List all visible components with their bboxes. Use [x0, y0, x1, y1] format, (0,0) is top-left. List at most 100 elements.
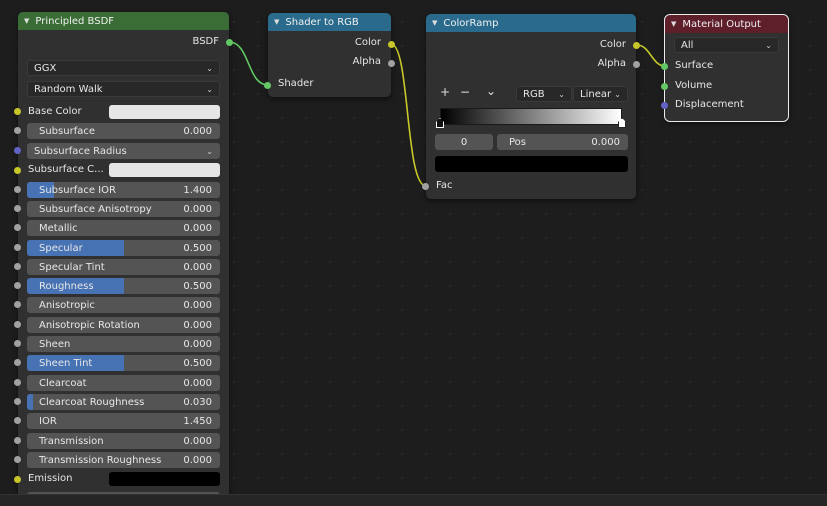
base-color-label: Base Color — [28, 106, 82, 117]
input-socket[interactable] — [14, 263, 21, 270]
alpha-output-label: Alpha — [352, 56, 381, 67]
value-slider-specular[interactable]: Specular 0.500 — [27, 240, 220, 256]
alpha-output-socket[interactable] — [633, 61, 640, 68]
stop-position-field[interactable]: Pos 0.000 — [497, 134, 628, 150]
alpha-output-socket[interactable] — [388, 60, 395, 67]
field-value: 0.000 — [183, 377, 212, 389]
input-socket[interactable] — [14, 340, 21, 347]
field-label: IOR — [39, 415, 57, 427]
collapse-chevron-icon[interactable]: ▼ — [24, 17, 29, 25]
interpolation-select[interactable]: Linear ⌄ — [573, 86, 628, 102]
colorramp-header[interactable]: ▼ ColorRamp — [426, 14, 636, 32]
value-slider-metallic[interactable]: Metallic 0.000 — [27, 220, 220, 236]
distribution-select[interactable]: GGX ⌄ — [27, 60, 220, 76]
base-color-socket[interactable] — [14, 108, 21, 115]
value-slider-subsurface-anisotropy[interactable]: Subsurface Anisotropy 0.000 — [27, 201, 220, 217]
field-label: Sheen Tint — [39, 357, 93, 369]
volume-input-socket[interactable] — [661, 83, 668, 90]
input-socket[interactable] — [14, 282, 21, 289]
principled-bsdf-header[interactable]: ▼ Principled BSDF — [18, 12, 229, 30]
shader-to-rgb-node[interactable]: ▼ Shader to RGB Color Alpha Shader — [264, 13, 395, 97]
field-value: 0.000 — [183, 454, 212, 466]
shader-input-socket[interactable] — [264, 82, 271, 89]
stop-color-swatch[interactable] — [435, 156, 628, 172]
collapse-chevron-icon[interactable]: ▼ — [274, 18, 279, 26]
material-output-header[interactable]: ▼ Material Output — [665, 15, 788, 33]
editor-bottom-bar — [0, 494, 827, 506]
field-value: 1.450 — [183, 415, 212, 427]
add-stop-button[interactable]: + — [440, 85, 450, 99]
displacement-input-socket[interactable] — [661, 102, 668, 109]
fac-input-socket[interactable] — [422, 183, 429, 190]
field-value: 0.000 — [183, 338, 212, 350]
field-label: Subsurface IOR — [39, 184, 116, 196]
shader-input-label: Shader — [278, 78, 314, 89]
input-socket[interactable] — [14, 205, 21, 212]
field-value: 0.000 — [183, 222, 212, 234]
subsurface-radius-select[interactable]: Subsurface Radius ⌄ — [27, 143, 220, 159]
colorramp-node[interactable]: ▼ ColorRamp Color Alpha + − ⌄ RGB ⌄ Linea… — [422, 14, 640, 199]
field-label: Specular Tint — [39, 261, 105, 273]
link-ramp-color-to-surface — [636, 44, 666, 67]
input-socket[interactable] — [14, 398, 21, 405]
input-socket[interactable] — [14, 456, 21, 463]
subsurface-color-swatch[interactable] — [109, 163, 220, 177]
field-value: 0.000 — [183, 125, 212, 137]
field-value: 0.500 — [183, 357, 212, 369]
input-socket[interactable] — [14, 186, 21, 193]
emission-swatch[interactable] — [109, 472, 220, 486]
input-socket[interactable] — [14, 301, 21, 308]
value-slider-anisotropic[interactable]: Anisotropic 0.000 — [27, 297, 220, 313]
input-socket[interactable] — [14, 244, 21, 251]
color-mode-select[interactable]: RGB ⌄ — [516, 86, 572, 102]
target-select[interactable]: All ⌄ — [674, 37, 779, 53]
input-socket[interactable] — [14, 379, 21, 386]
color-output-socket[interactable] — [388, 41, 395, 48]
volume-input-label: Volume — [675, 80, 713, 91]
value-slider-anisotropic-rotation[interactable]: Anisotropic Rotation 0.000 — [27, 317, 220, 333]
shader-to-rgb-header[interactable]: ▼ Shader to RGB — [268, 13, 391, 31]
value-slider-sheen-tint[interactable]: Sheen Tint 0.500 — [27, 355, 220, 371]
surface-input-socket[interactable] — [661, 63, 668, 70]
link-color-to-fac — [390, 43, 427, 187]
value-slider-specular-tint[interactable]: Specular Tint 0.000 — [27, 259, 220, 275]
color-output-socket[interactable] — [633, 42, 640, 49]
collapse-chevron-icon[interactable]: ▼ — [671, 20, 676, 28]
input-socket[interactable] — [14, 437, 21, 444]
chevron-down-icon: ⌄ — [206, 63, 213, 73]
value-slider-clearcoat[interactable]: Clearcoat 0.000 — [27, 375, 220, 391]
remove-stop-button[interactable]: − — [460, 85, 470, 99]
emission-socket[interactable] — [14, 476, 21, 483]
value-slider-roughness[interactable]: Roughness 0.500 — [27, 278, 220, 294]
base-color-swatch[interactable] — [109, 105, 220, 119]
subsurface-color-socket[interactable] — [14, 167, 21, 174]
field-label: Metallic — [39, 222, 78, 234]
value-slider-sheen[interactable]: Sheen 0.000 — [27, 336, 220, 352]
value-slider-ior[interactable]: IOR 1.450 — [27, 413, 220, 429]
slider-fill — [27, 394, 33, 410]
field-label: Anisotropic — [39, 299, 95, 311]
bsdf-output-socket[interactable] — [226, 39, 233, 46]
field-value: 0.000 — [183, 435, 212, 447]
subsurface-method-select[interactable]: Random Walk ⌄ — [27, 81, 220, 97]
input-socket[interactable] — [14, 321, 21, 328]
input-socket[interactable] — [14, 224, 21, 231]
value-slider-clearcoat-roughness[interactable]: Clearcoat Roughness 0.030 — [27, 394, 220, 410]
field-label: Transmission — [39, 435, 104, 447]
value-slider-subsurface[interactable]: Subsurface 0.000 — [27, 123, 220, 139]
input-socket[interactable] — [14, 359, 21, 366]
value-slider-subsurface-ior[interactable]: Subsurface IOR 1.400 — [27, 182, 220, 198]
collapse-chevron-icon[interactable]: ▼ — [432, 19, 437, 27]
active-stop-index[interactable]: 0 — [435, 134, 493, 150]
input-socket[interactable] — [14, 417, 21, 424]
chevron-down-icon: ⌄ — [206, 146, 213, 156]
principled-bsdf-node[interactable]: ▼ Principled BSDF BSDF GGX ⌄ Random Walk ⌄… — [14, 12, 233, 506]
value-slider-transmission[interactable]: Transmission 0.000 — [27, 433, 220, 449]
subsurface-radius-socket[interactable] — [14, 147, 21, 154]
value-slider-transmission-roughness[interactable]: Transmission Roughness 0.000 — [27, 452, 220, 468]
material-output-node[interactable]: ▼ Material Output All ⌄ Surface Volume Di… — [661, 14, 789, 122]
field-value: 0.500 — [183, 242, 212, 254]
ramp-menu-button[interactable]: ⌄ — [486, 84, 496, 98]
color-ramp-gradient[interactable] — [440, 108, 622, 125]
input-socket[interactable] — [14, 127, 21, 134]
